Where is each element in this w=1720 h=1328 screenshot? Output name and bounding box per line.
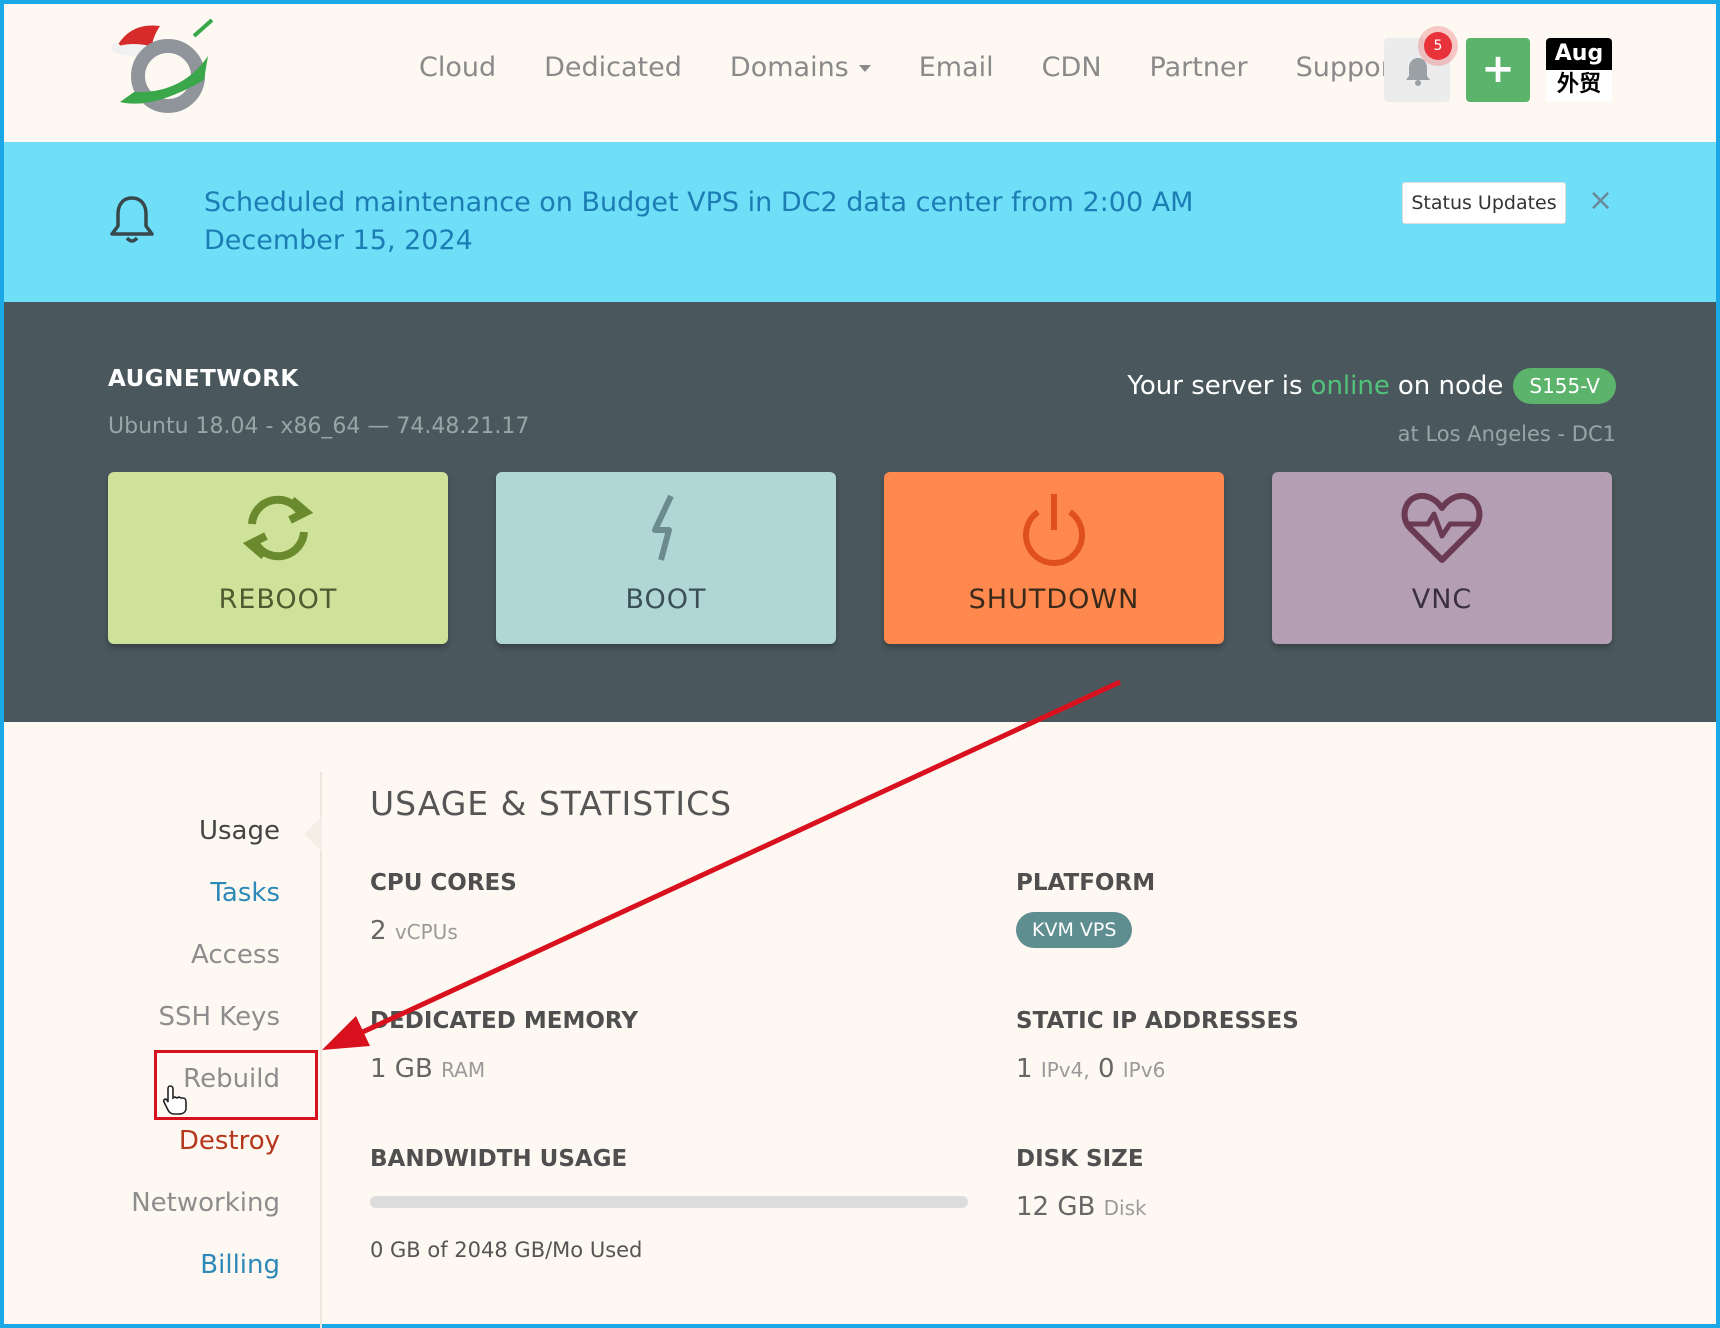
platform-stat: PLATFORM KVM VPS	[1016, 870, 1155, 948]
top-navbar: Cloud Dedicated Domains Email CDN Partne…	[4, 4, 1716, 142]
vnc-button[interactable]: VNC	[1272, 472, 1612, 644]
ipv4-unit: IPv4,	[1040, 1058, 1090, 1082]
main-nav: Cloud Dedicated Domains Email CDN Partne…	[419, 52, 1450, 83]
add-service-button[interactable]: +	[1466, 38, 1530, 102]
sidebar-divider	[320, 772, 322, 1328]
boot-button[interactable]: BOOT	[496, 472, 836, 644]
heart-pulse-icon	[1401, 492, 1483, 563]
ipv6-unit: IPv6	[1122, 1058, 1166, 1082]
server-header: AUGNETWORK Ubuntu 18.04 - x86_64 — 74.48…	[4, 302, 1716, 722]
nav-dedicated[interactable]: Dedicated	[544, 52, 682, 83]
cpu-value: 2	[370, 916, 387, 946]
bell-outline-icon	[110, 196, 154, 243]
vnc-label: VNC	[1411, 584, 1473, 615]
ipv4-value: 1	[1016, 1054, 1033, 1084]
platform-heading: PLATFORM	[1016, 870, 1156, 896]
site-logo[interactable]	[111, 14, 222, 114]
nav-domains[interactable]: Domains	[730, 52, 871, 83]
shutdown-button[interactable]: SHUTDOWN	[884, 472, 1224, 644]
usage-title: USAGE & STATISTICS	[370, 784, 733, 823]
nav-partner[interactable]: Partner	[1150, 52, 1248, 83]
nav-cdn[interactable]: CDN	[1042, 52, 1102, 83]
shutdown-label: SHUTDOWN	[968, 584, 1140, 615]
cpu-heading: CPU CORES	[370, 870, 517, 896]
bell-icon	[1406, 58, 1430, 86]
maintenance-banner: Scheduled maintenance on Budget VPS in D…	[4, 142, 1716, 302]
brand-badge-line2: 外贸	[1556, 72, 1601, 97]
maintenance-message: Scheduled maintenance on Budget VPS in D…	[204, 187, 1194, 256]
memory-heading: DEDICATED MEMORY	[370, 1008, 638, 1034]
disk-heading: DISK SIZE	[1016, 1146, 1144, 1172]
active-indicator	[304, 816, 322, 852]
memory-value: 1 GB	[370, 1054, 433, 1084]
status-updates-button[interactable]: Status Updates	[1402, 182, 1566, 224]
close-icon[interactable]: ×	[1588, 184, 1613, 218]
memory-stat: DEDICATED MEMORY 1 GB RAM	[370, 1008, 638, 1084]
platform-badge: KVM VPS	[1016, 912, 1133, 948]
node-badge: S155-V	[1513, 368, 1616, 404]
cpu-stat: CPU CORES 2 vCPUs	[370, 870, 517, 946]
sidebar-item-tasks[interactable]: Tasks	[210, 878, 280, 908]
disk-stat: DISK SIZE 12 GB Disk	[1016, 1146, 1147, 1222]
server-location: at Los Angeles - DC1	[1397, 422, 1616, 446]
refresh-icon	[242, 495, 314, 561]
sidebar-item-networking[interactable]: Networking	[131, 1188, 280, 1218]
server-os-ip: Ubuntu 18.04 - x86_64 — 74.48.21.17	[108, 414, 530, 439]
status-prefix: Your server is	[1127, 371, 1303, 401]
reboot-button[interactable]: REBOOT	[108, 472, 448, 644]
power-icon	[1023, 494, 1085, 566]
server-status: Your server is online on node S155-V	[1127, 368, 1616, 404]
ipv6-value: 0	[1097, 1054, 1115, 1084]
sidebar-item-destroy[interactable]: Destroy	[179, 1126, 280, 1156]
bandwidth-stat: BANDWIDTH USAGE 0 GB of 2048 GB/Mo Used	[370, 1146, 968, 1262]
bandwidth-text: 0 GB of 2048 GB/Mo Used	[370, 1238, 643, 1262]
memory-unit: RAM	[441, 1058, 486, 1082]
brand-badge-line1: Aug	[1546, 38, 1612, 70]
sidebar-item-ssh-keys[interactable]: SSH Keys	[158, 1002, 280, 1032]
hand-cursor-icon	[162, 1085, 187, 1115]
usage-panel: USAGE & STATISTICS CPU CORES 2 vCPUs PLA…	[370, 784, 1670, 1262]
disk-unit: Disk	[1103, 1196, 1147, 1220]
cpu-unit: vCPUs	[394, 920, 458, 944]
notification-count-badge: 5	[1424, 32, 1452, 60]
ip-heading: STATIC IP ADDRESSES	[1016, 1008, 1299, 1034]
status-online: online	[1310, 371, 1390, 401]
bandwidth-heading: BANDWIDTH USAGE	[370, 1146, 628, 1172]
boot-label: BOOT	[625, 584, 707, 615]
sidebar-item-access[interactable]: Access	[191, 940, 280, 970]
status-mid: on node	[1397, 371, 1504, 401]
bandwidth-progress-bar	[370, 1196, 968, 1208]
sidebar-item-billing[interactable]: Billing	[200, 1250, 280, 1280]
bolt-icon	[652, 494, 674, 561]
brand-badge[interactable]: Aug 外贸	[1546, 38, 1612, 102]
sidebar-item-usage[interactable]: Usage	[199, 816, 280, 846]
nav-domains-label: Domains	[729, 52, 849, 83]
nav-email[interactable]: Email	[919, 52, 994, 83]
caret-down-icon	[858, 65, 871, 72]
ip-stat: STATIC IP ADDRESSES 1 IPv4, 0 IPv6	[1016, 1008, 1299, 1084]
nav-cloud[interactable]: Cloud	[419, 52, 496, 83]
disk-value: 12 GB	[1016, 1192, 1096, 1222]
reboot-label: REBOOT	[218, 584, 338, 615]
server-name: AUGNETWORK	[108, 366, 299, 392]
